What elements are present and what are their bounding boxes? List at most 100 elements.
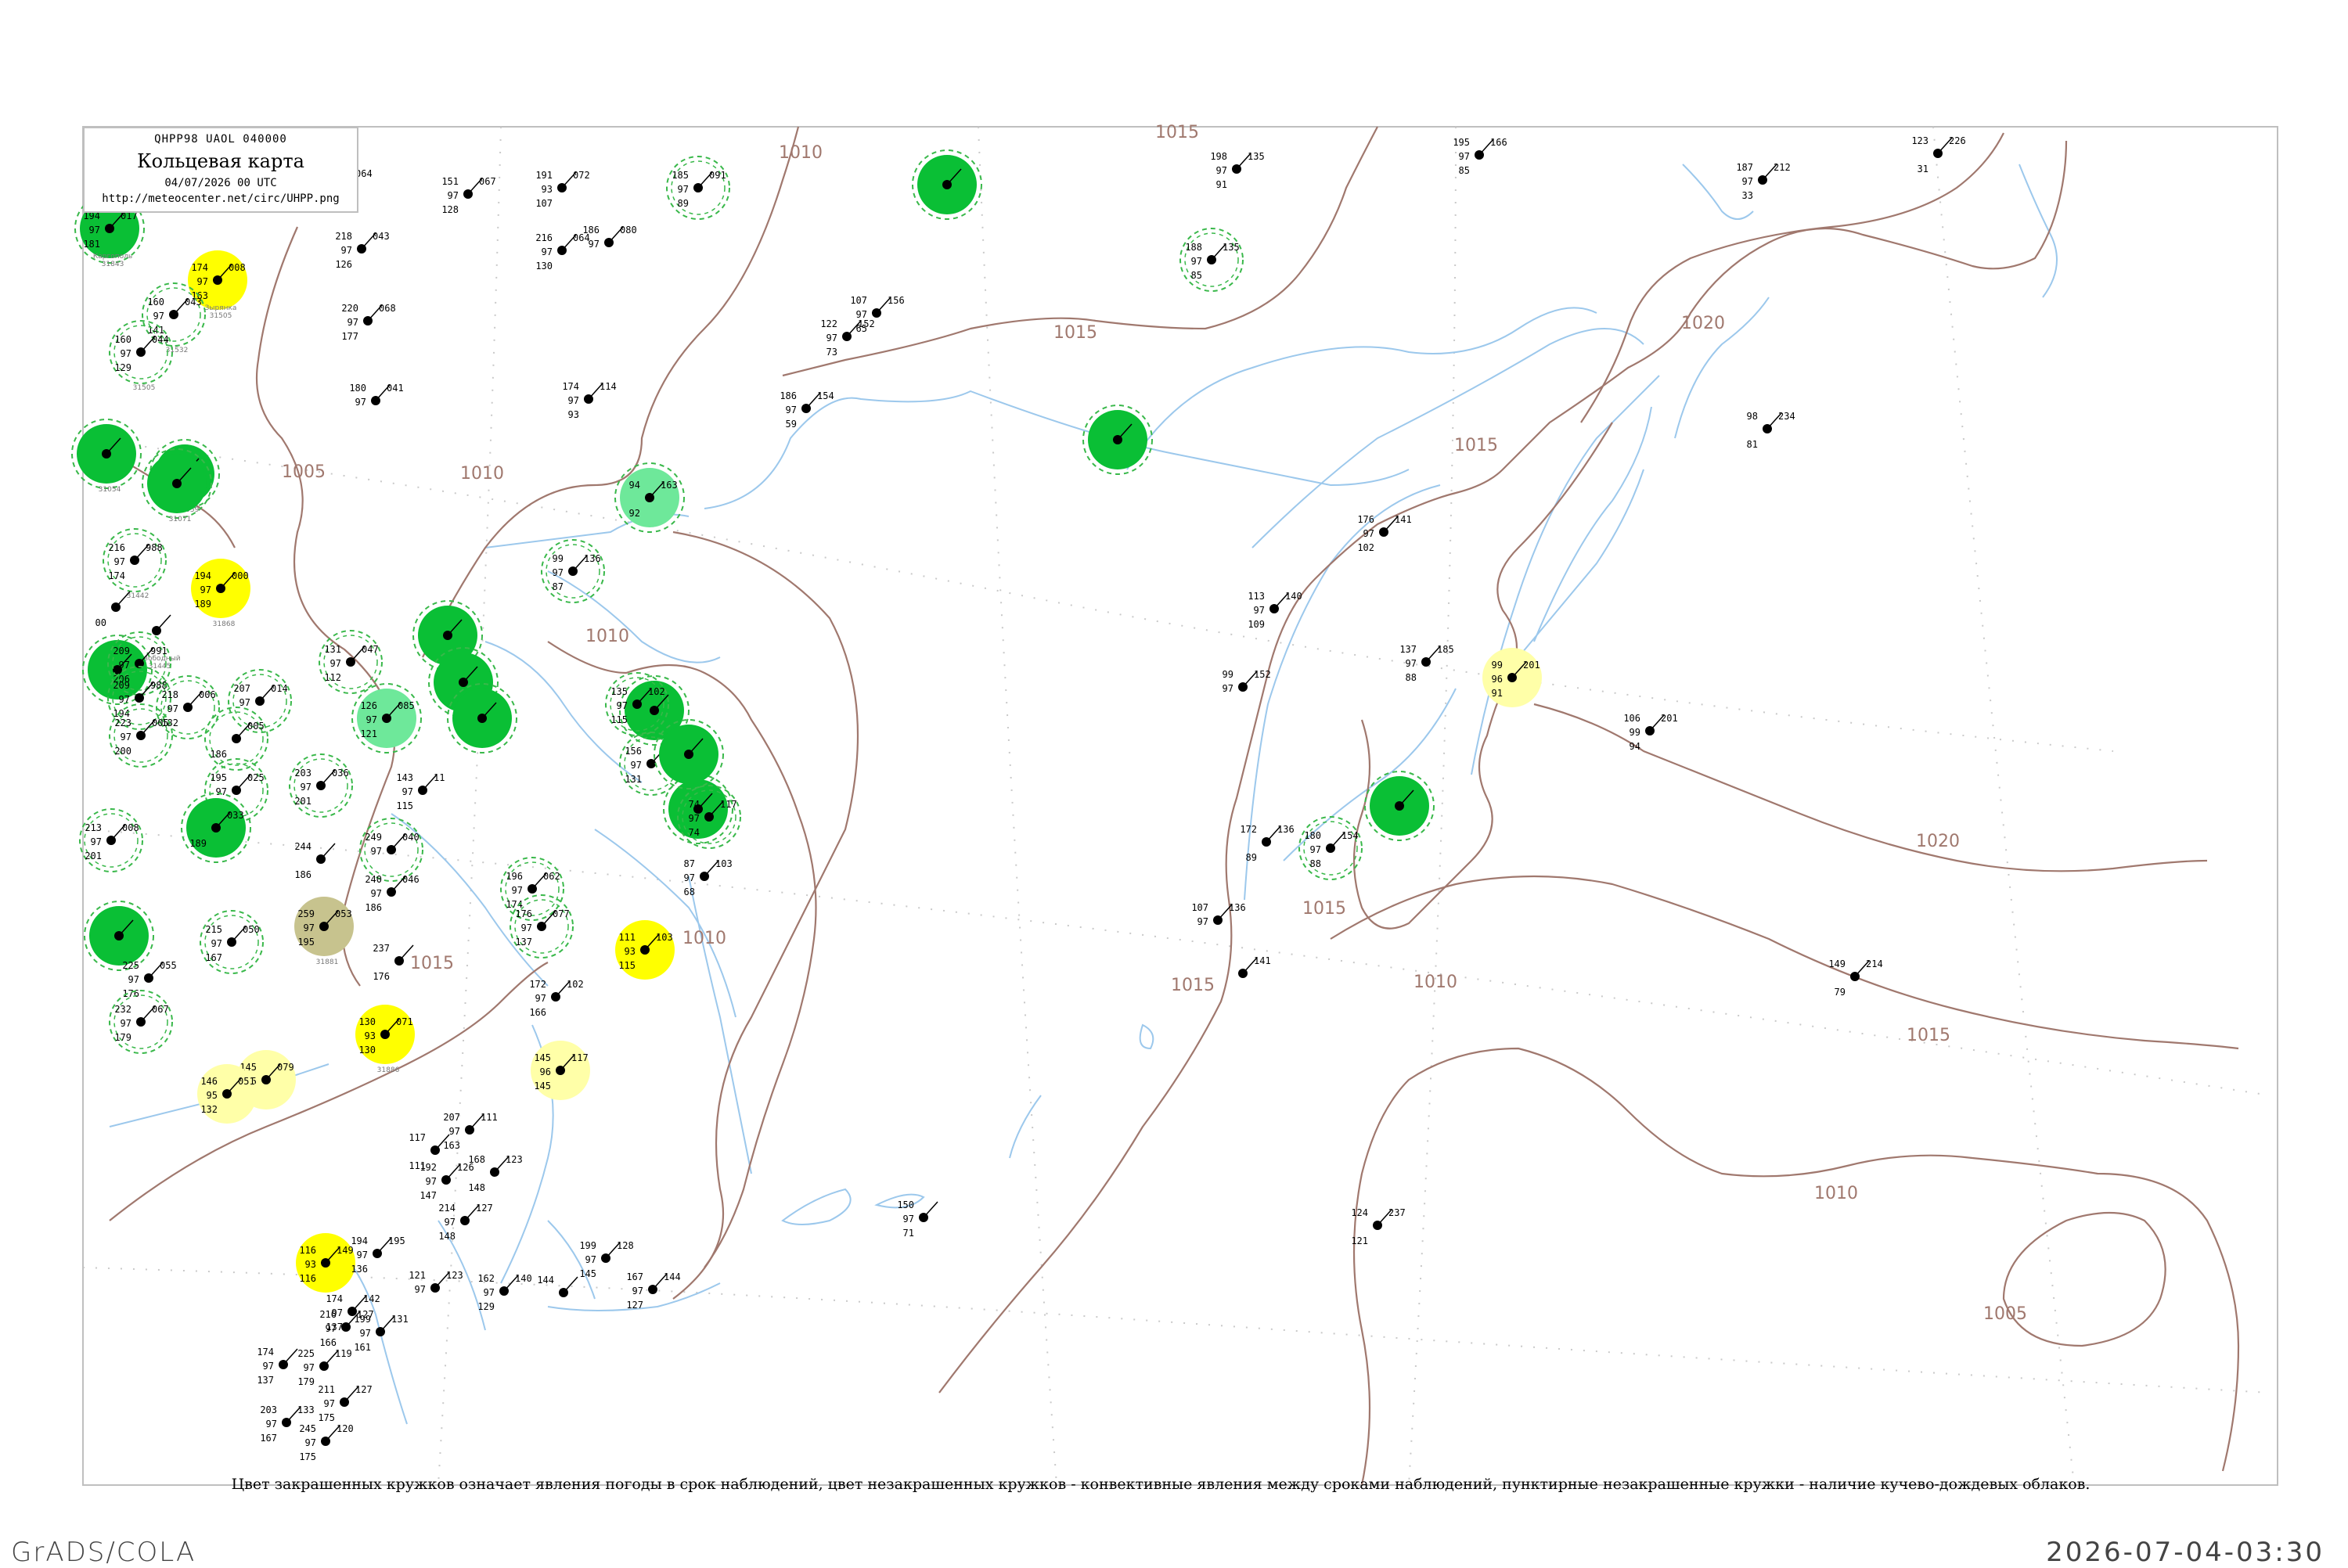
station-value: 135 [1248, 151, 1265, 162]
station-value: 213 [85, 822, 102, 833]
station-value: 131 [391, 1314, 409, 1325]
station-value: 199 [354, 1314, 371, 1325]
station-value: 97 [1223, 683, 1233, 694]
station-index: 31071 [169, 516, 192, 523]
station-value: 051 [238, 1076, 255, 1087]
station-value: 142 [363, 1293, 380, 1304]
station-value: 167 [205, 952, 222, 963]
station-value: 97 [535, 993, 546, 1004]
station-value: 116 [299, 1245, 316, 1256]
station-value: 74 [689, 799, 700, 810]
station-value: 71 [903, 1228, 914, 1239]
station-value: 97 [263, 1361, 274, 1372]
station-value: 214 [1866, 958, 1883, 969]
station-value: 97 [119, 660, 130, 671]
station-value: 127 [626, 1300, 643, 1311]
station-value: 046 [402, 874, 420, 885]
station-value: 117 [720, 799, 737, 810]
station-value: 043 [185, 297, 202, 307]
station-value: 97 [360, 1328, 371, 1339]
station-value: 162 [477, 1273, 495, 1284]
station-value: 085 [398, 700, 415, 711]
station-value: 232 [114, 1004, 131, 1015]
station-value: 97 [826, 333, 837, 343]
station-value: 97 [128, 974, 139, 985]
station-value: 199 [579, 1240, 596, 1251]
station-value: 249 [365, 832, 382, 843]
station-value: 89 [678, 198, 689, 209]
station-value: 008 [122, 822, 139, 833]
station-value: 141 [1395, 514, 1412, 525]
station-value: 160 [147, 297, 164, 307]
station-value: 144 [537, 1275, 554, 1286]
station-value: 005 [152, 717, 169, 728]
station-value: 198 [1210, 151, 1227, 162]
station-value: 97 [585, 1254, 596, 1265]
station-value: 107 [1191, 902, 1208, 913]
station-value: 97 [678, 184, 689, 195]
station-value: 97 [167, 703, 178, 714]
station-value: 185 [1437, 644, 1454, 655]
station-value: 033 [227, 810, 244, 821]
station-value: 196 [506, 871, 523, 882]
station-value: 132 [200, 1104, 218, 1115]
isobar-label: 1015 [410, 954, 454, 973]
station-value: 94 [1630, 741, 1640, 752]
station-value: 97 [631, 760, 642, 771]
station-value: 103 [656, 932, 673, 943]
station-value: 161 [354, 1342, 371, 1353]
station-value: 97 [484, 1287, 495, 1298]
station-value: 93 [568, 409, 579, 420]
station-value: 136 [351, 1264, 368, 1275]
station-value: 59 [786, 419, 797, 430]
station-value: 97 [449, 1126, 460, 1137]
station-value: 991 [150, 646, 167, 656]
station-value: 055 [160, 960, 177, 971]
station-value: 93 [365, 1030, 376, 1041]
station-value: 97 [1197, 916, 1208, 927]
station-value: 000 [232, 570, 249, 581]
station-value: 97 [1191, 256, 1202, 267]
station-index: 31442 [127, 592, 149, 600]
station-value: 129 [477, 1301, 495, 1312]
station-value: 216 [108, 542, 125, 553]
station-value: 175 [318, 1412, 335, 1423]
station-value: 87 [553, 581, 564, 592]
station-value: 163 [661, 480, 678, 491]
station-value: 218 [335, 231, 352, 242]
source-url[interactable]: http://meteocenter.net/circ/UHPP.png [85, 192, 357, 205]
station-value: 97 [445, 1217, 456, 1228]
station-value: 97 [1742, 176, 1753, 187]
station-value: 102 [648, 686, 665, 697]
station-value: 97 [617, 700, 628, 711]
station-value: 237 [373, 943, 390, 954]
isobar-label: 1005 [1983, 1304, 2027, 1324]
station-value: 040 [402, 832, 420, 843]
station-value: 97 [1406, 658, 1417, 669]
weather-map: 1010 1015 1005 1010 1010 1015 1020 1020 … [71, 123, 2278, 1486]
station-value: 112 [324, 672, 341, 683]
station-value: 186 [780, 390, 797, 401]
station-value: 97 [216, 786, 227, 797]
station-plot: 111 93 115 103 [615, 920, 675, 980]
station-value: 234 [1778, 411, 1795, 422]
station-value: 150 [897, 1199, 914, 1210]
station-value: 149 [337, 1245, 354, 1256]
station-value: 97 [326, 1323, 337, 1334]
station-value: 88 [1310, 858, 1321, 869]
station-value: 124 [1351, 1207, 1368, 1218]
station-value: 115 [618, 960, 636, 971]
station-value: 137 [257, 1375, 274, 1386]
render-timestamp: 2026-07-04-03:30 [2046, 1537, 2325, 1568]
station-value: 189 [189, 838, 207, 849]
station-value: 209 [113, 646, 130, 656]
station-value: 123 [506, 1154, 523, 1165]
station-value: 99 [1223, 669, 1233, 680]
station-value: 136 [1229, 902, 1246, 913]
station-value: 245 [299, 1423, 316, 1434]
station-value: 152 [1254, 669, 1271, 680]
station-value: 129 [114, 362, 131, 373]
station-value: 192 [420, 1162, 437, 1173]
station-value: 215 [205, 924, 222, 935]
station-value: 044 [152, 334, 169, 345]
